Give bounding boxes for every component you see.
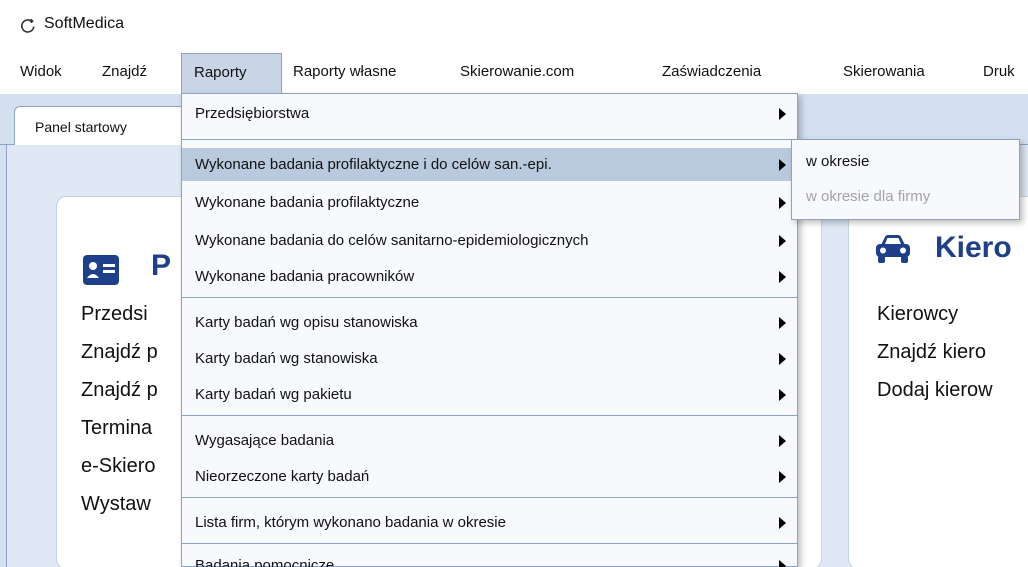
menu-item-wygasajace[interactable]: Wygasające badania	[182, 424, 797, 457]
submenu-arrow-icon	[779, 159, 786, 171]
menu-item-label: Przedsiębiorstwa	[195, 105, 310, 122]
menu-item-label: Badania pomocnicze	[195, 557, 335, 567]
panel-link-find-driver[interactable]: Znajdź kiero	[877, 341, 986, 364]
panel-link-find-1[interactable]: Znajdź p	[81, 341, 158, 364]
submenu-item-label-disabled: w okresie dla firmy	[806, 188, 931, 205]
menu-separator	[182, 139, 797, 140]
menu-item-przedsiebiorstwa[interactable]: Przedsiębiorstwa	[182, 97, 797, 130]
panel-drivers-title: Kiero	[935, 231, 1012, 264]
menu-item-wykonane-sanitarno[interactable]: Wykonane badania do celów sanitarno-epid…	[182, 224, 797, 257]
menu-item-label: Wykonane badania profilaktyczne	[195, 194, 420, 211]
submenu-arrow-icon	[779, 197, 786, 209]
panel-link-issue[interactable]: Wystaw	[81, 493, 151, 516]
submenu-arrow-icon	[779, 517, 786, 529]
panel-link-add-driver[interactable]: Dodaj kierow	[877, 379, 993, 402]
menu-item-nieorzeczone[interactable]: Nieorzeczone karty badań	[182, 460, 797, 493]
submenu-arrow-icon	[779, 353, 786, 365]
panel-link-companies[interactable]: Przedsi	[81, 303, 148, 326]
submenu-item-w-okresie[interactable]: w okresie	[792, 145, 1019, 179]
submenu-arrow-icon	[779, 471, 786, 483]
tab-panel-startowy[interactable]: Panel startowy	[14, 106, 186, 145]
title-bar: SoftMedica	[0, 0, 1028, 52]
submenu-item-w-okresie-dla-firmy: w okresie dla firmy	[792, 180, 1019, 214]
app-title: SoftMedica	[44, 15, 125, 32]
submenu-arrow-icon	[779, 317, 786, 329]
submenu-okres: w okresie w okresie dla firmy	[791, 139, 1020, 220]
app-logo-icon	[21, 19, 35, 33]
menu-item-karty-pakiet[interactable]: Karty badań wg pakietu	[182, 378, 797, 411]
menu-bar: Widok Znajdź Raporty własne Skierowanie.…	[0, 52, 1028, 94]
submenu-arrow-icon	[779, 271, 786, 283]
menu-item-karty-stanowisko[interactable]: Karty badań wg stanowiska	[182, 342, 797, 375]
raporty-dropdown-menu: Przedsiębiorstwa Wykonane badania profil…	[181, 93, 798, 567]
panel-link-drivers[interactable]: Kierowcy	[877, 303, 958, 326]
car-icon	[876, 235, 910, 263]
panel-drivers: Kiero Kierowcy Znajdź kiero Dodaj kierow	[848, 196, 1028, 567]
menu-item-label: Lista firm, którym wykonano badania w ok…	[195, 514, 506, 531]
menu-znajdz[interactable]: Znajdź	[102, 63, 147, 80]
menu-item-wykonane-pracownikow[interactable]: Wykonane badania pracowników	[182, 260, 797, 293]
panel-link-find-2[interactable]: Znajdź p	[81, 379, 158, 402]
menu-item-label: Karty badań wg stanowiska	[195, 350, 378, 367]
submenu-arrow-icon	[779, 560, 786, 567]
app-window: SoftMedica Widok Znajdź Raporty własne S…	[0, 0, 1028, 567]
menu-item-label: Nieorzeczone karty badań	[195, 468, 370, 485]
menu-skierowanie-com[interactable]: Skierowanie.com	[460, 63, 574, 80]
menu-separator	[182, 543, 797, 544]
menu-druk[interactable]: Druk	[983, 63, 1015, 80]
submenu-arrow-icon	[779, 389, 786, 401]
menu-zaswiadczenia[interactable]: Zaświadczenia	[662, 63, 761, 80]
menu-item-label: Karty badań wg opisu stanowiska	[195, 314, 418, 331]
menu-item-label: Wykonane badania do celów sanitarno-epid…	[195, 232, 589, 249]
submenu-arrow-icon	[779, 435, 786, 447]
menu-item-wykonane-profilaktyczne[interactable]: Wykonane badania profilaktyczne	[182, 186, 797, 219]
menu-item-lista-firm[interactable]: Lista firm, którym wykonano badania w ok…	[182, 506, 797, 539]
panel-link-e-referral[interactable]: e-Skiero	[81, 455, 155, 478]
menu-raporty[interactable]: Raporty	[181, 53, 282, 94]
menu-separator	[182, 297, 797, 298]
submenu-arrow-icon	[779, 235, 786, 247]
menu-item-label: Wykonane badania pracowników	[195, 268, 415, 285]
menu-widok[interactable]: Widok	[20, 63, 62, 80]
menu-raporty-wlasne[interactable]: Raporty własne	[293, 63, 396, 80]
menu-skierowania[interactable]: Skierowania	[843, 63, 925, 80]
menu-item-badania-pomocnicze[interactable]: Badania pomocnicze	[182, 549, 797, 567]
menu-item-label: Wykonane badania profilaktyczne i do cel…	[195, 156, 552, 173]
menu-item-wykonane-san-epi[interactable]: Wykonane badania profilaktyczne i do cel…	[182, 148, 797, 181]
menu-item-karty-opis-stanowiska[interactable]: Karty badań wg opisu stanowiska	[182, 306, 797, 339]
panel-companies-title: P	[151, 249, 172, 282]
menu-separator	[182, 497, 797, 498]
menu-item-label: Wygasające badania	[195, 432, 335, 449]
id-card-icon	[83, 255, 119, 285]
menu-raporty-label: Raporty	[194, 64, 247, 81]
tab-label: Panel startowy	[35, 119, 127, 135]
submenu-item-label: w okresie	[806, 153, 870, 170]
menu-separator	[182, 415, 797, 416]
menu-item-label: Karty badań wg pakietu	[195, 386, 352, 403]
submenu-arrow-icon	[779, 108, 786, 120]
panel-link-terminal[interactable]: Termina	[81, 417, 152, 440]
